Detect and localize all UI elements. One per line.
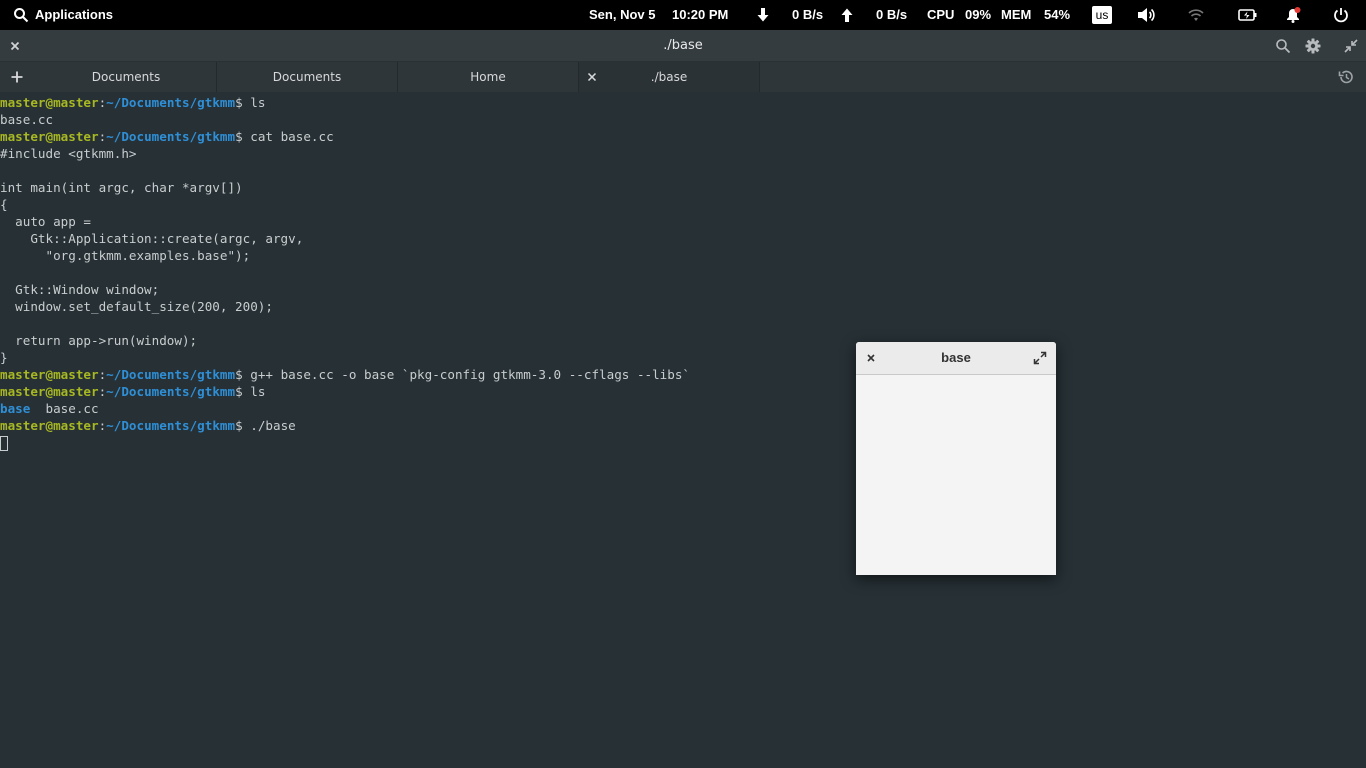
terminal-output[interactable]: master@master:~/Documents/gtkmm$ ls base.… (0, 94, 1366, 768)
volume-icon[interactable] (1137, 7, 1157, 23)
search-icon[interactable] (1275, 38, 1291, 54)
battery-icon[interactable] (1238, 7, 1258, 23)
gtk-base-window[interactable]: base (856, 342, 1056, 575)
panel-time[interactable]: 10:20 PM (672, 0, 728, 30)
download-arrow-icon (757, 8, 769, 22)
terminal-prompt-line: master@master:~/Documents/gtkmm$ cat bas… (0, 128, 1366, 145)
terminal-cursor-line (0, 434, 1366, 451)
restore-window-icon[interactable] (1343, 38, 1359, 54)
prompt-path: ~/Documents/gtkmm (106, 384, 236, 399)
tab-bar: Documents Documents Home ./base (0, 62, 1366, 92)
applications-menu[interactable]: Applications (35, 0, 113, 30)
cpu-value: 09% (965, 7, 992, 22)
terminal-output-line: window.set_default_size(200, 200); (0, 299, 273, 314)
prompt-command: ./base (242, 418, 296, 433)
gtk-headerbar[interactable]: base (856, 342, 1056, 375)
upload-arrow-icon (841, 8, 853, 22)
prompt-dollar: $ (235, 129, 243, 144)
terminal-output-line: return app->run(window); (0, 333, 198, 348)
listing-executable: base (0, 401, 31, 416)
terminal-output-line: #include <gtkmm.h> (0, 146, 137, 161)
prompt-command: ls (242, 384, 266, 399)
terminal-cursor (0, 436, 8, 451)
prompt-dollar: $ (235, 418, 243, 433)
gear-icon[interactable] (1305, 38, 1321, 54)
gtk-window-title: base (941, 350, 971, 365)
terminal-output-line: } (0, 350, 8, 365)
prompt-user: master@master (0, 384, 99, 399)
terminal-output-line: "org.gtkmm.examples.base"); (0, 248, 251, 263)
download-rate: 0 B/s (792, 7, 824, 22)
prompt-user: master@master (0, 95, 99, 110)
upload-rate: 0 B/s (876, 7, 908, 22)
prompt-path: ~/Documents/gtkmm (106, 367, 236, 382)
power-icon[interactable] (1333, 7, 1349, 23)
terminal-titlebar: ./base (0, 30, 1366, 62)
terminal-listing-line: base base.cc (0, 400, 1366, 417)
notification-bell-icon[interactable] (1285, 7, 1301, 23)
terminal-output-line: auto app = (0, 214, 91, 229)
prompt-command: g++ base.cc -o base `pkg-config gtkmm-3.… (242, 367, 691, 382)
prompt-command: cat base.cc (242, 129, 334, 144)
listing-file: base.cc (30, 401, 99, 416)
tab-base[interactable]: ./base (579, 62, 760, 92)
new-tab-icon[interactable] (9, 69, 25, 85)
terminal-output-line: Gtk::Application::create(argc, argv, (0, 231, 304, 246)
prompt-dollar: $ (235, 384, 243, 399)
tab-documents-2[interactable]: Documents (217, 62, 398, 92)
search-icon (14, 8, 29, 23)
top-panel: Applications Sen, Nov 5 10:20 PM 0 B/s 0… (0, 0, 1366, 30)
prompt-path: ~/Documents/gtkmm (106, 129, 236, 144)
prompt-dollar: $ (235, 95, 243, 110)
prompt-user: master@master (0, 367, 99, 382)
tab-documents-1[interactable]: Documents (36, 62, 217, 92)
mem-value: 54% (1044, 7, 1071, 22)
prompt-user: master@master (0, 129, 99, 144)
terminal-output-line: base.cc (0, 112, 54, 127)
prompt-path: ~/Documents/gtkmm (106, 418, 236, 433)
prompt-dollar: $ (235, 367, 243, 382)
panel-date[interactable]: Sen, Nov 5 (589, 0, 655, 30)
terminal-output-line: { (0, 197, 8, 212)
wifi-icon[interactable] (1188, 7, 1204, 23)
close-tab-icon[interactable] (585, 70, 599, 84)
terminal-prompt-line: master@master:~/Documents/gtkmm$ g++ bas… (0, 366, 1366, 383)
window-title: ./base (663, 38, 703, 53)
tab-base-label: ./base (650, 70, 688, 84)
keyboard-layout-indicator[interactable]: us (1092, 6, 1112, 24)
history-icon[interactable] (1338, 69, 1354, 85)
terminal-output-line: int main(int argc, char *argv[]) (0, 180, 243, 195)
terminal-prompt-line: master@master:~/Documents/gtkmm$ ls (0, 94, 1366, 111)
terminal-prompt-line: master@master:~/Documents/gtkmm$ ls (0, 383, 1366, 400)
prompt-command: ls (242, 95, 266, 110)
terminal-prompt-line: master@master:~/Documents/gtkmm$ ./base (0, 417, 1366, 434)
mem-label: MEM (1001, 7, 1032, 22)
tab-home[interactable]: Home (398, 62, 579, 92)
cpu-label: CPU (927, 7, 955, 22)
maximize-icon[interactable] (1033, 351, 1047, 365)
prompt-user: master@master (0, 418, 99, 433)
prompt-path: ~/Documents/gtkmm (106, 95, 236, 110)
terminal-output-line: Gtk::Window window; (0, 282, 160, 297)
